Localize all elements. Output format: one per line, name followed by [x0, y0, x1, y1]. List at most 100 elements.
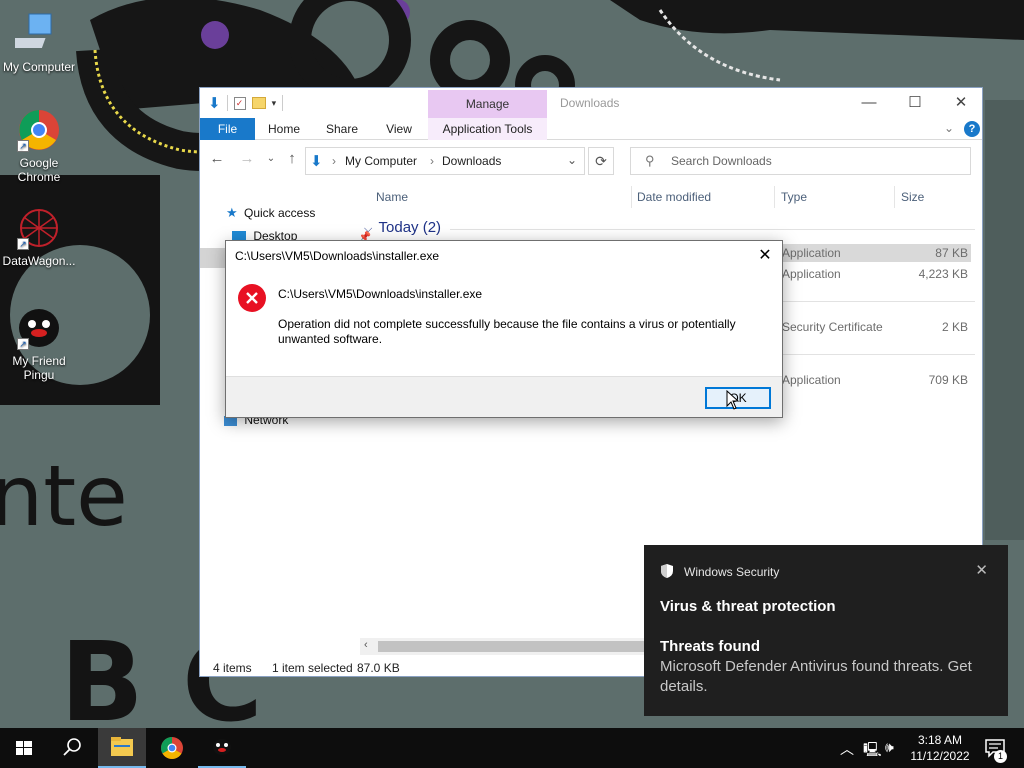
divider — [282, 95, 284, 111]
up-arrow-icon[interactable]: ↑ — [283, 150, 301, 168]
notification-body: Microsoft Defender Antivirus found threa… — [660, 658, 972, 695]
search-input[interactable]: ⚲ Search Downloads — [630, 147, 971, 175]
ribbon-expand-icon[interactable]: ⌄ — [944, 121, 954, 135]
taskbar-file-explorer[interactable] — [98, 728, 146, 768]
notification-app-name: Windows Security — [684, 565, 780, 579]
column-header-size[interactable]: Size — [901, 190, 924, 208]
dialog-close-button[interactable]: ✕ — [748, 241, 782, 271]
qat-dropdown-icon[interactable]: ▾ — [272, 98, 277, 109]
search-icon — [63, 738, 81, 756]
computer-icon — [9, 12, 63, 56]
desktop-icon-label: My Friend Pingu — [12, 354, 66, 382]
chevron-down-icon: ⌵ — [364, 223, 373, 235]
table-cell-type[interactable]: Application — [782, 246, 841, 260]
nav-selected-highlight — [200, 248, 226, 268]
dialog-file-path: C:\Users\VM5\Downloads\installer.exe — [278, 287, 483, 301]
chrome-icon: ↗ — [15, 108, 63, 152]
taskbar-chrome[interactable] — [148, 728, 196, 768]
tab-application-tools[interactable]: Application Tools — [428, 118, 547, 140]
windows-security-notification[interactable]: Windows Security ✕ Virus & threat protec… — [644, 545, 1008, 716]
window-title: Downloads — [560, 96, 620, 110]
search-button[interactable] — [48, 728, 96, 768]
system-clock[interactable]: 3:18 AM 11/12/2022 — [904, 732, 976, 764]
divider — [226, 95, 228, 111]
tab-home[interactable]: Home — [262, 118, 306, 140]
column-header-name[interactable]: Name — [376, 190, 408, 208]
nav-quick-access[interactable]: ★ Quick access — [226, 205, 315, 221]
folder-icon — [111, 737, 133, 756]
address-dropdown-icon[interactable]: ⌄ — [567, 153, 577, 167]
download-arrow-icon[interactable]: ⬇ — [208, 94, 221, 112]
status-item-count: 4 items — [213, 661, 252, 675]
address-bar[interactable]: ⬇ › My Computer › Downloads ⌄ — [305, 147, 585, 175]
notification-close-button[interactable]: ✕ — [975, 561, 988, 579]
column-divider[interactable] — [631, 186, 632, 208]
star-icon: ★ — [226, 205, 238, 220]
desktop-icon-datawagon[interactable]: ↗ DataWagon... — [0, 206, 78, 268]
ribbon-tabs: File Home Share View Application Tools ⌄… — [200, 118, 982, 140]
column-header-date-modified[interactable]: Date modified — [637, 190, 711, 208]
pingu-icon — [213, 739, 231, 755]
desktop-icon-label: DataWagon... — [2, 254, 76, 268]
volume-icon[interactable]: 🕪 — [885, 739, 894, 756]
nav-label: Quick access — [244, 206, 316, 220]
start-button[interactable] — [0, 728, 48, 768]
taskbar: ︿ 🖳 🕪 3:18 AM 11/12/2022 1 — [0, 728, 1024, 768]
breadcrumb-downloads[interactable]: Downloads — [442, 154, 501, 168]
desktop-icon-my-computer[interactable]: My Computer — [0, 12, 78, 74]
dialog-footer: OK — [226, 376, 782, 417]
tab-file[interactable]: File — [200, 118, 255, 140]
minimize-button[interactable]: — — [846, 92, 892, 114]
network-icon[interactable]: 🖳 — [863, 739, 882, 763]
group-divider — [450, 229, 975, 230]
table-cell-size[interactable]: 2 KB — [901, 320, 968, 334]
recent-dropdown-icon[interactable]: ⌄ — [262, 150, 280, 168]
table-cell-type[interactable]: Security Certificate — [782, 320, 883, 334]
breadcrumb-my-computer[interactable]: My Computer — [345, 154, 417, 168]
notification-heading: Virus & threat protection — [660, 598, 836, 615]
breadcrumb-separator-icon: › — [332, 154, 336, 168]
new-folder-icon[interactable] — [251, 97, 266, 109]
taskbar-pingu[interactable] — [198, 728, 246, 768]
horizontal-scrollbar[interactable]: ‹ — [360, 638, 650, 655]
action-center-button[interactable]: 1 — [980, 736, 1010, 763]
table-cell-size[interactable]: 4,223 KB — [901, 267, 968, 281]
desktop-icon-label: My Computer — [2, 60, 76, 74]
forward-arrow-icon[interactable]: → — [238, 150, 256, 168]
shortcut-arrow-icon: ↗ — [17, 140, 29, 152]
chrome-icon — [161, 737, 183, 759]
back-arrow-icon[interactable]: ← — [208, 150, 226, 168]
table-cell-type[interactable]: Application — [782, 373, 841, 387]
help-icon[interactable]: ? — [964, 121, 980, 137]
shortcut-arrow-icon: ↗ — [17, 238, 29, 250]
group-header-today[interactable]: ⌵ Today (2) — [364, 219, 441, 236]
column-header-type[interactable]: Type — [781, 190, 807, 208]
tab-share[interactable]: Share — [320, 118, 364, 140]
status-selection-size: 87.0 KB — [357, 661, 400, 675]
refresh-button[interactable]: ⟳ — [588, 147, 614, 175]
scroll-left-icon[interactable]: ‹ — [364, 639, 368, 651]
manage-context-tab[interactable]: Manage — [428, 90, 547, 118]
scrollbar-thumb[interactable] — [378, 641, 650, 652]
table-cell-size[interactable]: 87 KB — [901, 246, 968, 260]
show-hidden-icons-chevron-icon[interactable]: ︿ — [840, 739, 854, 759]
desktop-icon-label: Google Chrome — [17, 156, 61, 184]
search-placeholder: Search Downloads — [671, 154, 772, 168]
desktop-icon-google-chrome[interactable]: ↗ Google Chrome — [0, 108, 78, 184]
column-divider[interactable] — [774, 186, 775, 208]
group-label: Today (2) — [378, 219, 442, 236]
desktop-icon-pingu[interactable]: ↗ My Friend Pingu — [0, 306, 78, 382]
dialog-message: Operation did not complete successfully … — [278, 317, 736, 346]
table-cell-size[interactable]: 709 KB — [901, 373, 968, 387]
properties-icon[interactable]: ✓ — [233, 96, 246, 110]
row-divider — [780, 354, 975, 355]
maximize-button[interactable]: ☐ — [892, 92, 938, 114]
close-button[interactable]: ✕ — [938, 92, 984, 114]
status-selection: 1 item selected — [272, 661, 353, 675]
error-dialog: C:\Users\VM5\Downloads\installer.exe ✕ C… — [225, 240, 783, 418]
address-row: ← → ⌄ ↑ ⬇ › My Computer › Downloads ⌄ ⟳ … — [200, 140, 982, 178]
table-cell-type[interactable]: Application — [782, 267, 841, 281]
column-divider[interactable] — [894, 186, 895, 208]
tab-view[interactable]: View — [378, 118, 420, 140]
notification-subheading: Threats found — [660, 638, 760, 655]
